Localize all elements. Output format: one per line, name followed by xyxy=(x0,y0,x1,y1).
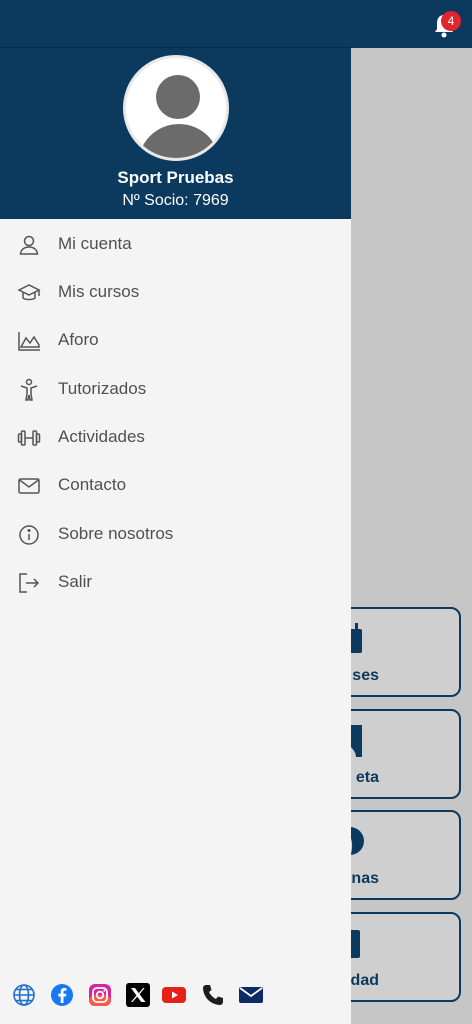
menu-item-label: Tutorizados xyxy=(58,379,147,398)
notification-badge: 4 xyxy=(441,11,461,31)
menu-item-label: Sobre nosotros xyxy=(58,524,174,543)
header-divider xyxy=(0,47,351,48)
menu-item-actividades[interactable]: Actividades xyxy=(0,413,351,461)
menu-item-label: Aforo xyxy=(58,330,99,349)
logout-icon xyxy=(19,573,40,593)
avatar-body xyxy=(138,124,220,158)
dumbbell-icon xyxy=(17,430,41,446)
menu-item-label: Mi cuenta xyxy=(58,234,132,253)
menu-item-label: Actividades xyxy=(58,427,145,446)
facebook-icon[interactable] xyxy=(50,983,74,1007)
instagram-icon[interactable] xyxy=(88,983,112,1007)
info-icon xyxy=(19,525,39,545)
user-name: Sport Pruebas xyxy=(117,168,234,187)
menu-item-sobre-nosotros[interactable]: Sobre nosotros xyxy=(0,510,351,558)
web-icon[interactable] xyxy=(12,983,36,1007)
graduation-cap-icon xyxy=(17,284,41,301)
member-number: Nº Socio: 7969 xyxy=(122,192,229,209)
phone-icon[interactable] xyxy=(201,983,225,1007)
menu-item-contacto[interactable]: Contacto xyxy=(0,461,351,509)
area-chart-icon xyxy=(18,332,40,351)
avatar-head xyxy=(156,75,200,119)
menu-item-mi-cuenta[interactable]: Mi cuenta xyxy=(0,220,351,268)
menu-item-mis-cursos[interactable]: Mis cursos xyxy=(0,268,351,316)
envelope-icon xyxy=(18,478,40,494)
menu-item-label: Mis cursos xyxy=(58,282,140,301)
x-icon[interactable] xyxy=(126,983,150,1007)
avatar[interactable] xyxy=(123,55,229,161)
navigation-drawer: Sport Pruebas Nº Socio: 7969 Mi cuenta M… xyxy=(0,0,351,1024)
person-icon xyxy=(20,378,38,401)
drawer-header: Sport Pruebas Nº Socio: 7969 xyxy=(0,0,351,219)
user-icon xyxy=(19,235,39,255)
menu-item-salir[interactable]: Salir xyxy=(0,558,351,606)
youtube-icon[interactable] xyxy=(162,983,186,1007)
menu-item-label: Contacto xyxy=(58,475,127,494)
menu-item-aforo[interactable]: Aforo xyxy=(0,316,351,364)
menu-item-label: Salir xyxy=(58,572,93,591)
menu-item-tutorizados[interactable]: Tutorizados xyxy=(0,365,351,413)
mail-icon[interactable] xyxy=(239,983,263,1007)
